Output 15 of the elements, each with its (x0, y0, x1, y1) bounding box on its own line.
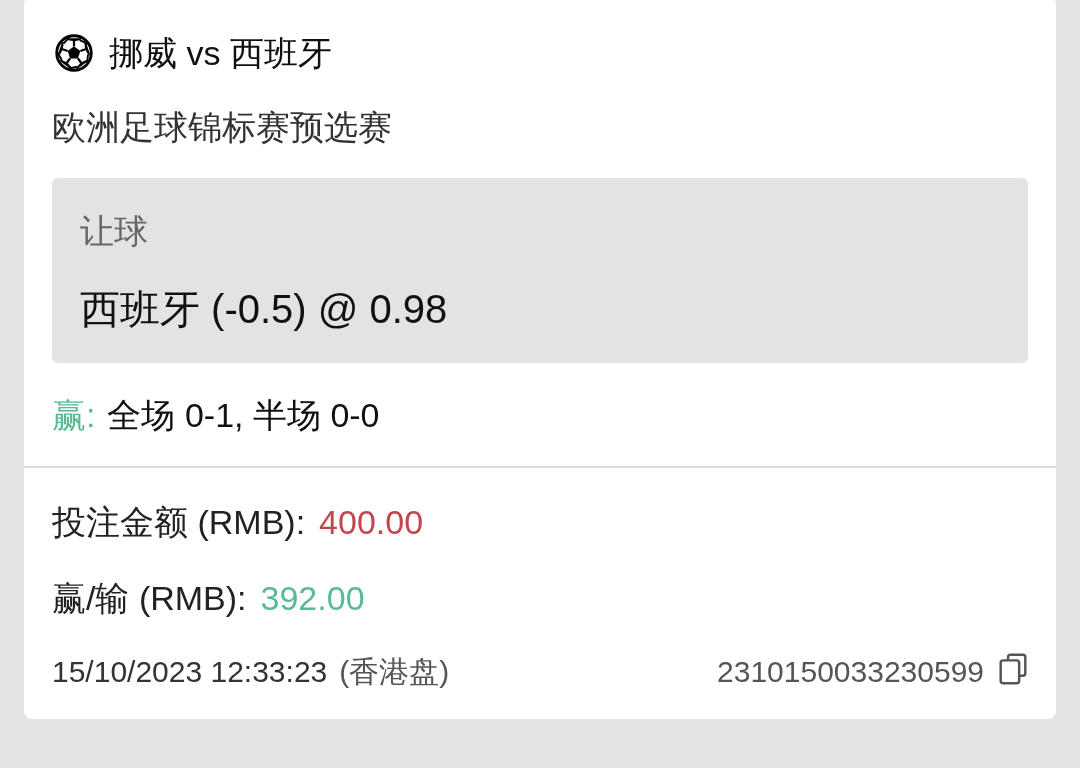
result-score: 全场 0-1, 半场 0-0 (107, 395, 380, 436)
market-type: 让球 (80, 211, 148, 252)
match-title: 挪威 vs 西班牙 (109, 33, 332, 74)
amount-label: 投注金额 (RMB): (52, 502, 306, 543)
competition-name: 欧洲足球锦标赛预选赛 (52, 107, 392, 148)
bet-pick: 西班牙 (-0.5) @ 0.98 (80, 286, 448, 333)
amount-value: 392.00 (260, 578, 365, 619)
amount-value: 400.00 (319, 502, 424, 543)
result-label: 赢: (52, 395, 96, 436)
amount-label: 赢/输 (RMB): (52, 578, 247, 619)
copy-icon[interactable] (998, 653, 1028, 685)
odds-type: (香港盘) (339, 654, 450, 690)
ticket-id: 2310150033230599 (717, 654, 984, 690)
bet-timestamp: 15/10/2023 12:33:23 (52, 654, 328, 690)
soccer-ball-icon (55, 34, 93, 72)
